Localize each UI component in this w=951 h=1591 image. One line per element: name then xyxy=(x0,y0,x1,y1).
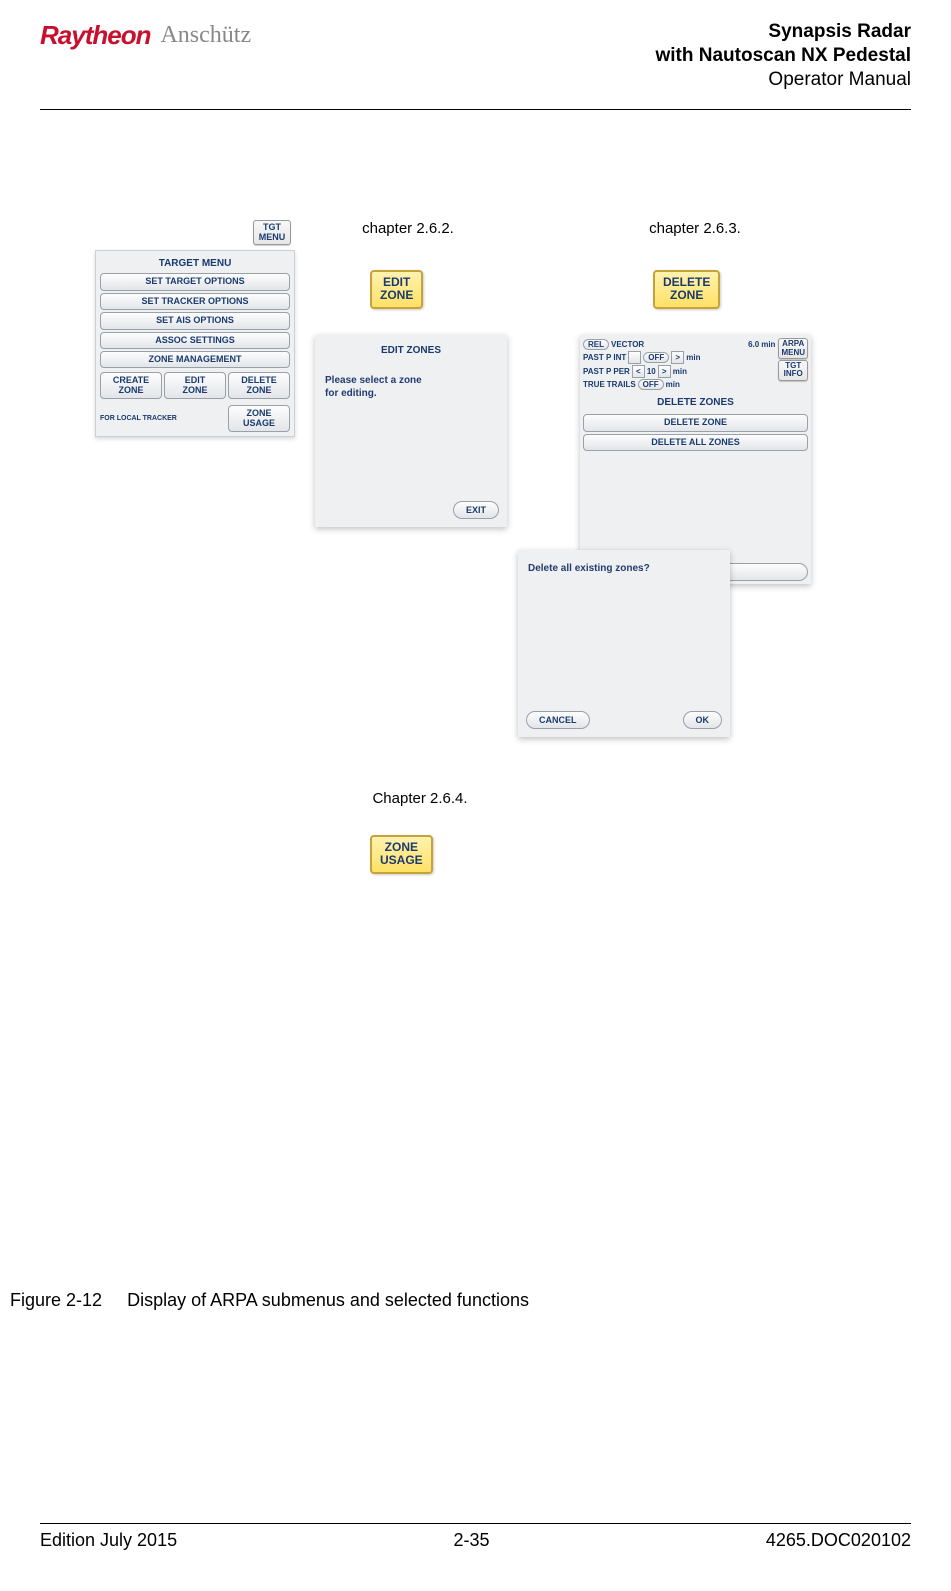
set-tracker-options-button[interactable]: SET TRACKER OPTIONS xyxy=(100,293,290,310)
footer-right: 4265.DOC020102 xyxy=(766,1530,911,1551)
lt-box[interactable]: < xyxy=(632,365,645,378)
edit-zones-dialog: EDIT ZONES Please select a zone for edit… xyxy=(315,335,507,527)
gt-box-2[interactable]: > xyxy=(658,365,671,378)
rel-pill[interactable]: REL xyxy=(583,339,609,350)
tgt-info-side-button[interactable]: TGT INFO xyxy=(778,360,808,381)
doc-title-block: Synapsis Radar with Nautoscan NX Pedesta… xyxy=(655,20,911,91)
footer-rule xyxy=(40,1523,911,1524)
footer-left: Edition July 2015 xyxy=(40,1530,177,1551)
tgt-menu-line2: MENU xyxy=(256,233,288,242)
off-pill-2[interactable]: OFF xyxy=(638,379,664,390)
off-pill-1[interactable]: OFF xyxy=(643,352,669,363)
past-p-per-row: PAST P PER < 10 > min xyxy=(583,365,775,378)
arpa-side-button[interactable]: ARPA MENU xyxy=(778,338,808,359)
create-zone-button[interactable]: CREATE ZONE xyxy=(100,372,162,399)
brand-primary: Raytheon xyxy=(40,20,150,51)
page-header: Raytheon Anschütz Synapsis Radar with Na… xyxy=(40,20,911,101)
delete-zone-panel-button[interactable]: DELETE ZONE xyxy=(583,414,808,431)
chapter-262-label: chapter 2.6.2. xyxy=(333,220,483,237)
edit-zones-exit-button[interactable]: EXIT xyxy=(453,501,499,519)
trails-row: TRUE TRAILS OFF min xyxy=(583,379,775,390)
delete-all-zones-button[interactable]: DELETE ALL ZONES xyxy=(583,434,808,451)
delete-zone-button[interactable]: DELETE ZONE xyxy=(228,372,290,399)
zone-usage-button[interactable]: ZONE USAGE xyxy=(228,405,290,432)
assoc-settings-button[interactable]: ASSOC SETTINGS xyxy=(100,332,290,349)
blank-box[interactable] xyxy=(628,351,641,364)
tgt-menu-button[interactable]: TGT MENU xyxy=(253,220,291,245)
figure-number: Figure 2-12 xyxy=(10,1290,102,1310)
footer-center: 2-35 xyxy=(453,1530,489,1551)
figure-area: TGT MENU TARGET MENU SET TARGET OPTIONS … xyxy=(40,220,911,1270)
set-ais-options-button[interactable]: SET AIS OPTIONS xyxy=(100,312,290,329)
delete-confirm-text: Delete all existing zones? xyxy=(524,556,724,579)
for-local-tracker-label: FOR LOCAL TRACKER xyxy=(100,415,222,422)
edit-zone-button[interactable]: EDIT ZONE xyxy=(164,372,226,399)
doc-title-3: Operator Manual xyxy=(655,68,911,92)
header-rule xyxy=(40,109,911,110)
logo-block: Raytheon Anschütz xyxy=(40,20,251,51)
target-menu-title: TARGET MENU xyxy=(100,255,290,271)
ok-button[interactable]: OK xyxy=(683,711,723,729)
set-target-options-button[interactable]: SET TARGET OPTIONS xyxy=(100,273,290,290)
doc-title-2: with Nautoscan NX Pedestal xyxy=(655,44,911,68)
delete-zones-title: DELETE ZONES xyxy=(583,391,808,412)
chapter-263-label: chapter 2.6.3. xyxy=(620,220,770,237)
past-p-int-row: PAST P INT OFF > min xyxy=(583,351,775,364)
edit-zone-yellow-button[interactable]: EDIT ZONE xyxy=(370,270,423,308)
delete-zone-yellow-button[interactable]: DELETE ZONE xyxy=(653,270,720,308)
zone-management-button[interactable]: ZONE MANAGEMENT xyxy=(100,351,290,368)
edit-zones-title: EDIT ZONES xyxy=(321,341,501,360)
zone-usage-yellow-button[interactable]: ZONE USAGE xyxy=(370,835,433,873)
target-menu-panel: TARGET MENU SET TARGET OPTIONS SET TRACK… xyxy=(95,250,295,437)
figure-text: Display of ARPA submenus and selected fu… xyxy=(127,1290,529,1310)
page-footer: Edition July 2015 2-35 4265.DOC020102 xyxy=(40,1515,911,1551)
cancel-button[interactable]: CANCEL xyxy=(526,711,590,729)
vector-row: REL VECTOR 6.0 min xyxy=(583,339,775,350)
figure-caption: Figure 2-12 Display of ARPA submenus and… xyxy=(10,1290,911,1311)
gt-box-1[interactable]: > xyxy=(671,351,684,364)
edit-zones-text: Please select a zone for editing. xyxy=(321,360,501,404)
doc-title-1: Synapsis Radar xyxy=(655,20,911,44)
arpa-settings-panel: REL VECTOR 6.0 min PAST P INT OFF > min … xyxy=(580,335,811,584)
brand-secondary: Anschütz xyxy=(160,22,251,49)
delete-confirm-dialog: Delete all existing zones? CANCEL OK xyxy=(518,550,730,737)
chapter-264-label: Chapter 2.6.4. xyxy=(340,790,500,807)
